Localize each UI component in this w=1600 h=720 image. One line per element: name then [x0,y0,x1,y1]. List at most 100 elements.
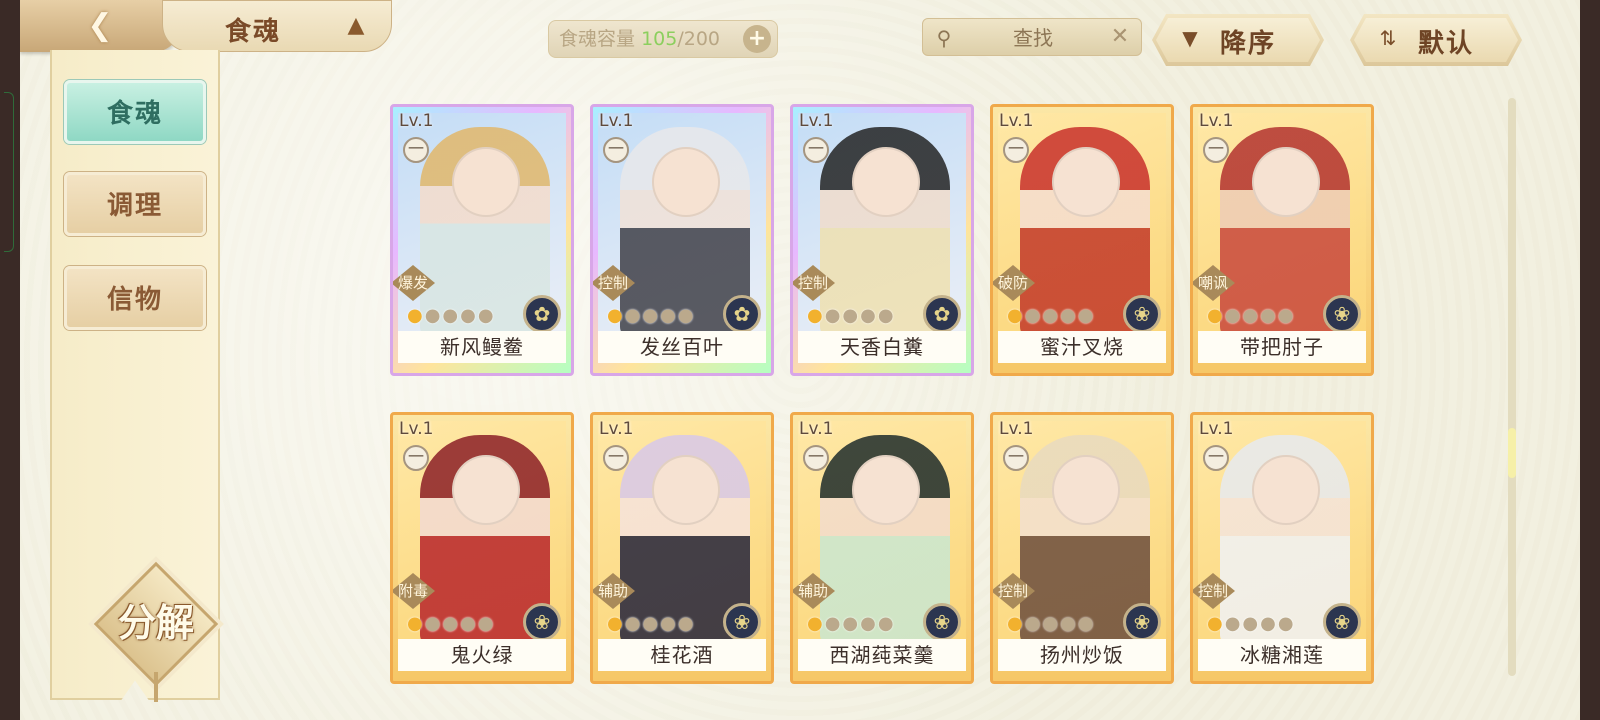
card-name: 新风鳗鲞 [398,331,566,363]
flame-icon: ❀ [523,603,561,641]
card-level: Lv.1 [799,111,834,131]
card-name: 发丝百叶 [598,331,766,363]
card-stars: ●●●●● [407,305,496,326]
flame-icon: ❀ [1123,295,1161,333]
card-stars: ●●●●● [1207,305,1296,326]
food-soul-card[interactable]: Lv.1 一 控制 ●●●●● ❀ 冰糖湘莲 [1190,412,1374,684]
flame-icon: ❀ [1323,603,1361,641]
clear-icon[interactable]: ✕ [1107,24,1133,50]
scrollbar[interactable] [1508,98,1516,676]
sort-order-button[interactable]: ▼ 降序 [1152,14,1324,66]
card-grade-badge: 一 [603,445,629,471]
search-input[interactable] [963,23,1103,53]
character-face [1052,147,1120,217]
food-soul-card[interactable]: Lv.1 一 辅助 ●●●●● ❀ 西湖莼菜羹 [790,412,974,684]
capacity-current: 105 [641,28,678,50]
flame-icon: ❀ [923,603,961,641]
card-stars: ●●●●● [607,613,696,634]
capacity-label: 食魂容量 [559,28,636,50]
character-face [1052,455,1120,525]
food-soul-card[interactable]: Lv.1 一 控制 ●●●●● ✿ 天香白糞 [790,104,974,376]
character-face [452,455,520,525]
character-face [652,455,720,525]
character-face [852,455,920,525]
card-stars: ●●●●● [1207,613,1296,634]
sidebar-item-food-souls[interactable]: 食魂 [64,80,206,144]
flower-icon: ✿ [723,295,761,333]
card-stars: ●●●●● [1007,613,1096,634]
decompose-label[interactable]: 分解 [92,592,220,652]
page-title: 食魂 [225,17,282,47]
card-stars: ●●●●● [1007,305,1096,326]
food-soul-card[interactable]: Lv.1 一 辅助 ●●●●● ❀ 桂花酒 [590,412,774,684]
sort-mode-label: 默认 [1418,29,1475,59]
food-soul-card[interactable]: Lv.1 一 破防 ●●●●● ❀ 蜜汁叉烧 [990,104,1174,376]
food-soul-card[interactable]: Lv.1 一 嘲讽 ●●●●● ❀ 带把肘子 [1190,104,1374,376]
card-grid: Lv.1 一 爆发 ●●●●● ✿ 新风鳗鲞 Lv.1 一 控制 ●●●●● ✿… [390,104,1390,720]
card-grade-badge: 一 [803,137,829,163]
device-edge-right [1580,0,1600,720]
card-level: Lv.1 [999,419,1034,439]
character-face [652,147,720,217]
card-name: 蜜汁叉烧 [998,331,1166,363]
card-name: 桂花酒 [598,639,766,671]
expand-capacity-button[interactable]: + [743,25,771,53]
food-soul-card[interactable]: Lv.1 一 爆发 ●●●●● ✿ 新风鳗鲞 [390,104,574,376]
card-grade-badge: 一 [1003,445,1029,471]
card-name: 天香白糞 [798,331,966,363]
flower-icon: ✿ [923,295,961,333]
sort-mode-button[interactable]: ⇅ 默认 [1350,14,1522,66]
card-level: Lv.1 [599,111,634,131]
card-level: Lv.1 [399,111,434,131]
card-name: 带把肘子 [1198,331,1366,363]
card-grade-badge: 一 [803,445,829,471]
card-level: Lv.1 [399,419,434,439]
character-face [1252,455,1320,525]
pavilion-icon[interactable]: ▲ [341,13,371,39]
capacity-max: /200 [677,28,720,50]
card-name: 扬州炒饭 [998,639,1166,671]
back-arrow-icon: ❮ [87,8,113,43]
card-name: 冰糖湘莲 [1198,639,1366,671]
card-grade-badge: 一 [403,445,429,471]
character-face [452,147,520,217]
triangle-down-icon: ▼ [1182,26,1198,50]
search-icon: ⚲ [936,26,952,50]
card-name: 西湖莼菜羹 [798,639,966,671]
device-edge-left [0,0,20,720]
card-level: Lv.1 [1199,111,1234,131]
card-grade-badge: 一 [1203,445,1229,471]
card-level: Lv.1 [1199,419,1234,439]
back-button[interactable]: ❮ [20,0,180,52]
card-level: Lv.1 [999,111,1034,131]
card-level: Lv.1 [599,419,634,439]
food-soul-card[interactable]: Lv.1 一 控制 ●●●●● ✿ 发丝百叶 [590,104,774,376]
capacity-display: 食魂容量 105/200 + [548,20,778,58]
sort-order-label: 降序 [1220,29,1277,59]
character-face [1252,147,1320,217]
card-level: Lv.1 [799,419,834,439]
card-grade-badge: 一 [1203,137,1229,163]
card-grade-badge: 一 [403,137,429,163]
flower-icon: ✿ [523,295,561,333]
food-soul-card[interactable]: Lv.1 一 附毒 ●●●●● ❀ 鬼火绿 [390,412,574,684]
scrollbar-thumb[interactable] [1508,428,1516,478]
flame-icon: ❀ [1123,603,1161,641]
screen: ❮ 食魂 ▲ 食魂容量 105/200 + ⚲ ✕ ▼ 降序 ⇅ 默认 食魂 调… [20,0,1580,720]
flame-icon: ❀ [1323,295,1361,333]
swap-icon: ⇅ [1379,26,1397,50]
title-tab: 食魂 ▲ [162,0,392,52]
card-name: 鬼火绿 [398,639,566,671]
sidebar-item-tokens[interactable]: 信物 [64,266,206,330]
card-stars: ●●●●● [807,613,896,634]
card-stars: ●●●●● [407,613,496,634]
search-box: ⚲ ✕ [922,18,1142,56]
card-grade-badge: 一 [1003,137,1029,163]
card-grade-badge: 一 [603,137,629,163]
card-stars: ●●●●● [807,305,896,326]
edge-gesture-indicator [4,92,14,252]
food-soul-card[interactable]: Lv.1 一 控制 ●●●●● ❀ 扬州炒饭 [990,412,1174,684]
card-stars: ●●●●● [607,305,696,326]
sidebar-item-conditioning[interactable]: 调理 [64,172,206,236]
tassel-ornament [154,672,158,702]
